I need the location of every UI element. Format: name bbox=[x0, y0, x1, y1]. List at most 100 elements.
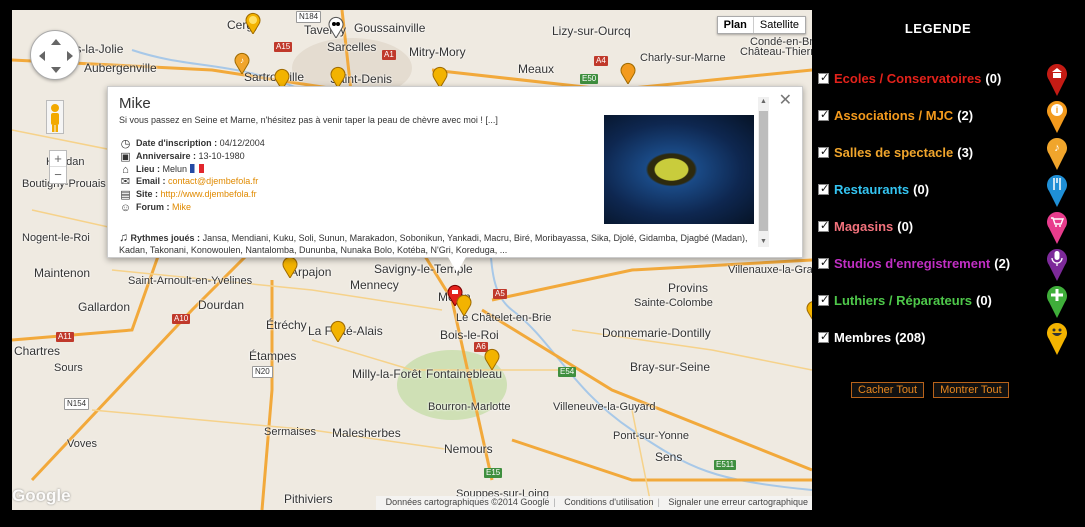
member-marker[interactable] bbox=[456, 294, 472, 316]
road-label: E54 bbox=[558, 367, 577, 377]
road-label: E50 bbox=[580, 74, 599, 84]
pan-control[interactable] bbox=[30, 30, 80, 80]
legend-label: Salles de spectacle bbox=[834, 145, 954, 160]
place-label: Villeneuve-la-Guyard bbox=[553, 401, 656, 413]
member-marker[interactable] bbox=[432, 66, 448, 88]
map-type-plan-button[interactable]: Plan bbox=[718, 17, 754, 33]
place-label: Goussainville bbox=[354, 21, 426, 35]
place-label: Maintenon bbox=[34, 266, 91, 280]
checkbox[interactable] bbox=[818, 108, 829, 121]
legend-label: Restaurants bbox=[834, 182, 910, 197]
member-name: Mike bbox=[119, 95, 151, 112]
legend-count: (2) bbox=[994, 256, 1011, 271]
checkbox[interactable] bbox=[818, 293, 829, 306]
zoom-in-button[interactable]: + bbox=[50, 151, 66, 167]
place-label: Dourdan bbox=[198, 298, 245, 312]
place-label: Lizy-sur-Ourcq bbox=[552, 24, 631, 38]
place-label: Meaux bbox=[518, 62, 555, 76]
road-label: N154 bbox=[64, 398, 90, 410]
clock-icon: ◷ bbox=[120, 138, 131, 150]
road-label: E511 bbox=[714, 460, 737, 470]
road-label: A15 bbox=[274, 42, 293, 52]
info-scrollbar[interactable]: ▲ ▼ bbox=[758, 97, 769, 247]
place-label: Milly-la-Forêt bbox=[352, 367, 422, 381]
site-link[interactable]: http://www.djembefola.fr bbox=[161, 189, 257, 199]
smiley-icon bbox=[1047, 323, 1067, 355]
place-label: Mennecy bbox=[350, 278, 399, 292]
show-all-button[interactable]: Montrer Tout bbox=[933, 382, 1009, 398]
place-label: Sours bbox=[54, 362, 83, 374]
legend-title: LEGENDE bbox=[904, 21, 972, 36]
close-icon[interactable]: ✕ bbox=[779, 93, 792, 109]
legend-panel: LEGENDE Ecoles / Conservatoires (0) Asso… bbox=[812, 0, 1085, 527]
svg-text:♪: ♪ bbox=[240, 56, 244, 65]
place-label: Provins bbox=[668, 281, 709, 295]
place-label: Étampes bbox=[249, 349, 297, 363]
email-link[interactable]: contact@djembefola.fr bbox=[168, 176, 258, 186]
member-marker[interactable] bbox=[330, 66, 346, 88]
place-label: Sainte-Colombe bbox=[634, 297, 713, 309]
legend-item-luthiers[interactable]: Luthiers / Réparateurs (0) bbox=[818, 282, 1068, 319]
member-marker[interactable] bbox=[245, 12, 261, 34]
checkbox[interactable] bbox=[818, 145, 829, 158]
checkbox[interactable] bbox=[818, 330, 829, 343]
member-marker[interactable] bbox=[620, 62, 636, 84]
google-logo: Google bbox=[12, 486, 71, 505]
pegman-icon bbox=[51, 104, 59, 132]
place-label: Villenauxe-la-Grande bbox=[728, 264, 812, 276]
map[interactable]: Cergy Taverny Goussainville Lizy-sur-Our… bbox=[12, 10, 812, 510]
legend-label: Studios d'enregistrement bbox=[834, 256, 991, 271]
legend-count: (0) bbox=[985, 71, 1002, 86]
legend-count: (2) bbox=[957, 108, 974, 123]
terms-link[interactable]: Conditions d'utilisation bbox=[564, 497, 653, 507]
legend-item-studios[interactable]: Studios d'enregistrement (2) bbox=[818, 245, 1068, 282]
user-icon: ☺ bbox=[119, 201, 132, 214]
legend-item-salles[interactable]: Salles de spectacle (3) ♪ bbox=[818, 134, 1068, 171]
music-note-icon: ♫ bbox=[119, 230, 128, 244]
street-view-pegman[interactable] bbox=[46, 100, 64, 134]
checkbox[interactable] bbox=[818, 182, 829, 195]
road-label: A11 bbox=[56, 332, 74, 342]
legend-item-restaurants[interactable]: Restaurants (0) bbox=[818, 171, 1068, 208]
legend-item-ecoles[interactable]: Ecoles / Conservatoires (0) bbox=[818, 60, 1068, 97]
report-error-link[interactable]: Signaler une erreur cartographique bbox=[668, 497, 808, 507]
legend-count: (3) bbox=[957, 145, 974, 160]
member-marker[interactable] bbox=[330, 320, 346, 342]
legend-item-associations[interactable]: Associations / MJC (2) i bbox=[818, 97, 1068, 134]
checkbox[interactable] bbox=[818, 71, 829, 84]
place-label: Mitry-Mory bbox=[409, 45, 466, 59]
hide-all-button[interactable]: Cacher Tout bbox=[851, 382, 925, 398]
place-label: Château-Thierry bbox=[740, 46, 812, 58]
place-label: Voves bbox=[67, 438, 97, 450]
map-type-satellite-button[interactable]: Satellite bbox=[754, 17, 805, 33]
member-marker[interactable] bbox=[282, 256, 298, 278]
place-label: Bray-sur-Seine bbox=[630, 360, 711, 374]
scroll-down-icon[interactable]: ▼ bbox=[758, 237, 769, 247]
member-marker[interactable] bbox=[328, 16, 344, 38]
place-label: Chartres bbox=[14, 344, 61, 358]
place-label: Gallardon bbox=[78, 300, 131, 314]
info-icon: i bbox=[1047, 101, 1067, 133]
legend-count: (0) bbox=[913, 182, 930, 197]
venue-marker[interactable]: ♪ bbox=[234, 52, 250, 74]
school-icon bbox=[1047, 64, 1067, 96]
svg-text:♪: ♪ bbox=[1054, 142, 1060, 154]
place-label: Bois-le-Roi bbox=[440, 328, 499, 342]
map-attribution: Données cartographiques ©2014 Google | Co… bbox=[375, 496, 812, 510]
scroll-up-icon[interactable]: ▲ bbox=[758, 97, 769, 107]
checkbox[interactable] bbox=[818, 256, 829, 269]
legend-item-magasins[interactable]: Magasins (0) bbox=[818, 208, 1068, 245]
zoom-out-button[interactable]: − bbox=[50, 167, 66, 183]
member-marker[interactable] bbox=[484, 348, 500, 370]
home-icon: ⌂ bbox=[122, 163, 129, 176]
checkbox[interactable] bbox=[818, 219, 829, 232]
legend-label: Associations / MJC bbox=[834, 108, 954, 123]
place-label: Charly-sur-Marne bbox=[640, 52, 726, 64]
attribution-data: Données cartographiques ©2014 Google bbox=[385, 497, 550, 507]
field-rythmes: ♫ Rythmes joués : Jansa, Mendiani, Kuku,… bbox=[119, 230, 748, 255]
scroll-thumb[interactable] bbox=[759, 111, 768, 231]
info-window: ✕ Mike Si vous passez en Seine et Marne,… bbox=[107, 86, 803, 273]
legend-item-membres[interactable]: Membres (208) bbox=[818, 319, 1068, 356]
place-label: Bourron-Marlotte bbox=[428, 401, 511, 413]
forum-link[interactable]: Mike bbox=[172, 202, 191, 212]
